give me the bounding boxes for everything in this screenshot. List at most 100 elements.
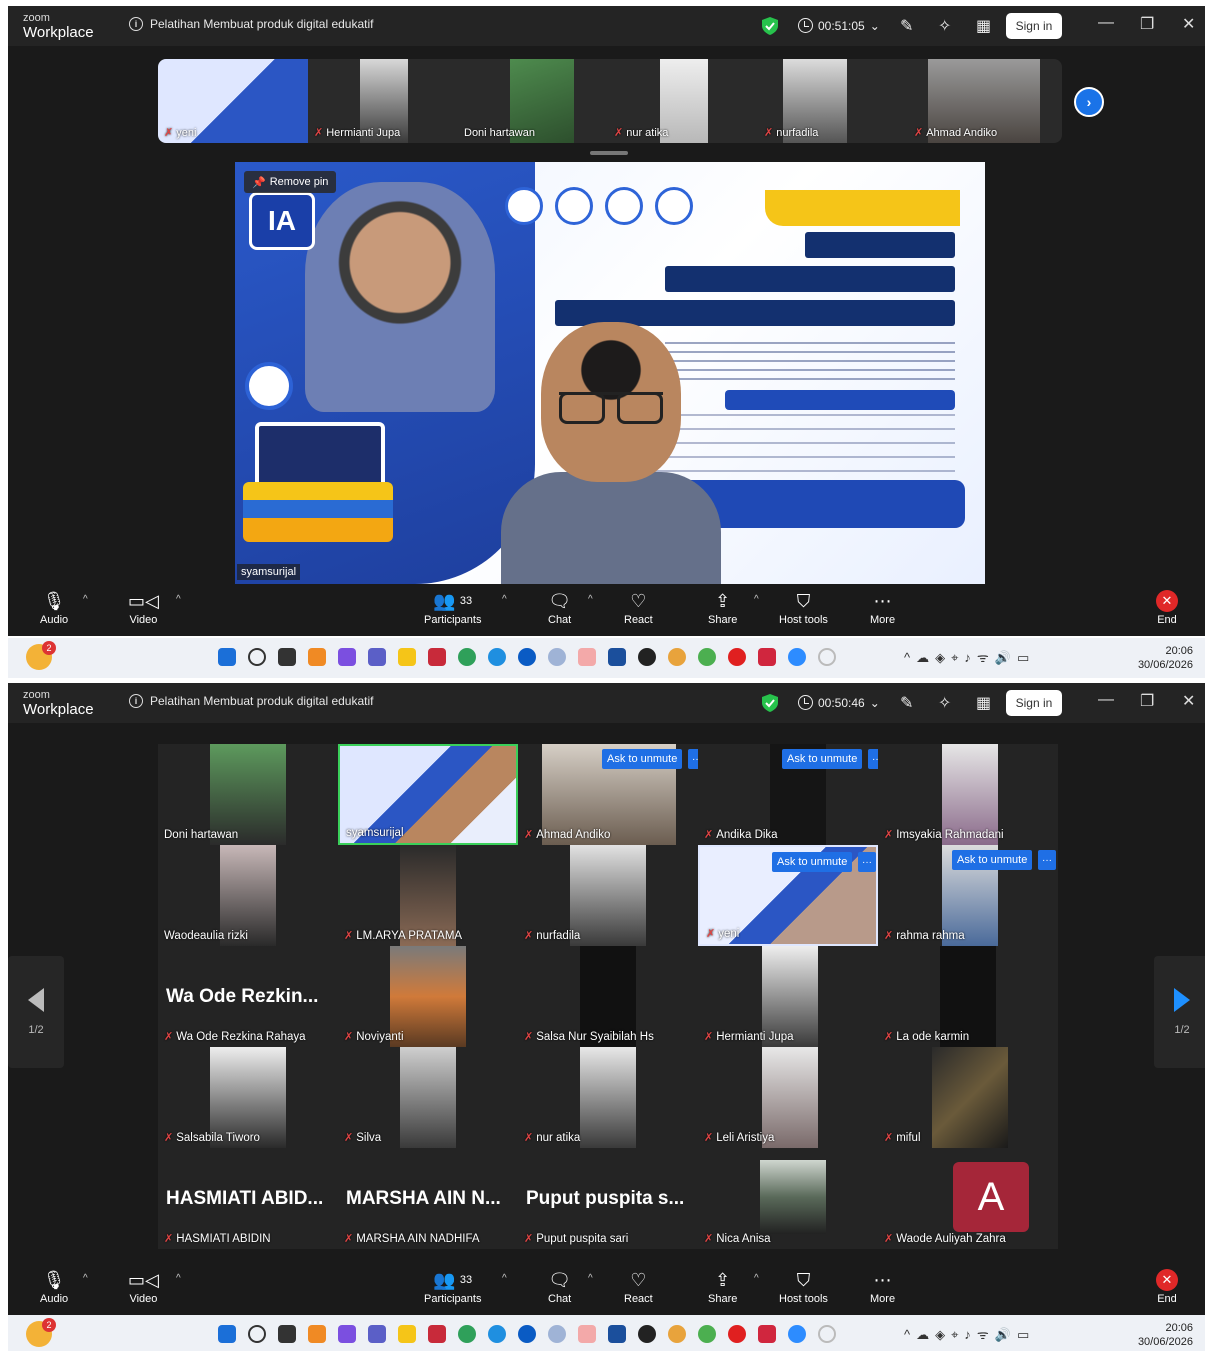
taskbar-clock[interactable]: 20:06 30/06/2026 <box>1138 1321 1193 1349</box>
tile-more-button[interactable]: ··· <box>1038 850 1056 870</box>
video-button[interactable]: ▭◁ Video <box>128 588 159 626</box>
record-icon[interactable] <box>638 1325 656 1343</box>
mcafee-icon[interactable] <box>428 648 446 666</box>
thumbnail-tile[interactable]: ✗ Hermianti Jupa <box>308 59 458 143</box>
host-tools-button[interactable]: ⛉ Host tools <box>779 588 828 626</box>
ask-to-unmute-button[interactable]: Ask to unmute <box>952 850 1033 870</box>
participant-tile[interactable]: ✗ nur atika <box>518 1047 698 1148</box>
audio-options-caret[interactable]: ^ <box>83 1273 88 1284</box>
chat-button[interactable]: 🗨 Chat <box>548 1267 571 1305</box>
app-icon[interactable] <box>458 1325 476 1343</box>
host-tools-button[interactable]: ⛉ Host tools <box>779 1267 828 1305</box>
hp-icon[interactable] <box>518 1325 536 1343</box>
share-button[interactable]: ⇪ Share <box>708 588 737 626</box>
system-tray-icons[interactable]: ^☁◈⌖♪ᯤ🔊▭ <box>904 648 1035 666</box>
participant-tile[interactable]: Ask to unmute ··· ✗Ahmad Andiko <box>518 744 698 845</box>
end-button[interactable]: ✕ End <box>1156 1267 1178 1305</box>
participant-tile[interactable]: HASMIATI ABID... ✗ HASMIATI ABIDIN <box>158 1148 338 1249</box>
resize-handle[interactable] <box>590 151 628 155</box>
video-button[interactable]: ▭◁ Video <box>128 1267 159 1305</box>
share-options-caret[interactable]: ^ <box>754 1273 759 1284</box>
react-button[interactable]: ♡ React <box>624 588 653 626</box>
next-page-button[interactable]: 1/2 <box>1154 956 1205 1068</box>
store-icon[interactable] <box>608 648 626 666</box>
participant-tile[interactable]: ✗ LM.ARYA PRATAMA <box>338 845 518 946</box>
thumbnail-tile[interactable]: ✗ Ahmad Andiko <box>908 59 1058 143</box>
help-icon[interactable] <box>488 1325 506 1343</box>
hp-icon[interactable] <box>518 648 536 666</box>
video-options-caret[interactable]: ^ <box>176 594 181 605</box>
vlc-icon[interactable] <box>308 1325 326 1343</box>
task-view-icon[interactable] <box>278 1325 296 1343</box>
info-icon[interactable]: i <box>129 17 143 31</box>
participant-tile[interactable]: ✗ Salsabila Tiworo <box>158 1047 338 1148</box>
share-options-caret[interactable]: ^ <box>754 594 759 605</box>
audio-button[interactable]: 🎙 Audio <box>40 1267 68 1305</box>
participant-tile[interactable]: A ✗ Waode Auliyah Zahra <box>878 1148 1058 1249</box>
more-button[interactable]: ⋯ More <box>870 1267 895 1305</box>
app-icon[interactable] <box>548 648 566 666</box>
participant-tile[interactable]: Wa Ode Rezkin... ✗ Wa Ode Rezkina Rahaya <box>158 946 338 1047</box>
participant-tile[interactable]: ✗ Silva <box>338 1047 518 1148</box>
participant-tile[interactable]: ✗ nurfadila <box>518 845 698 946</box>
react-button[interactable]: ♡ React <box>624 1267 653 1305</box>
sparkle-icon[interactable]: ✧ <box>938 693 951 713</box>
weather-widget[interactable]: 2 <box>26 1318 56 1347</box>
participant-tile[interactable]: Doni hartawan <box>158 744 338 845</box>
weather-widget[interactable]: 2 <box>26 641 56 670</box>
chat-button[interactable]: 🗨 Chat <box>548 588 571 626</box>
mcafee-icon[interactable] <box>428 1325 446 1343</box>
task-view-icon[interactable] <box>278 648 296 666</box>
chat-options-caret[interactable]: ^ <box>588 594 593 605</box>
participant-tile[interactable]: Waodeaulia rizki <box>158 845 338 946</box>
meeting-info[interactable]: i Pelatihan Membuat produk digital eduka… <box>129 17 373 31</box>
ask-to-unmute-button[interactable]: Ask to unmute <box>602 749 683 769</box>
system-tray-icons[interactable]: ^☁◈⌖♪ᯤ🔊▭ <box>904 1325 1035 1343</box>
apps-grid-icon[interactable]: ▦ <box>976 16 991 36</box>
end-button[interactable]: ✕ End <box>1156 588 1178 626</box>
ask-to-unmute-button[interactable]: Ask to unmute <box>782 749 863 769</box>
thumbnail-tile[interactable]: Doni hartawan <box>458 59 608 143</box>
participant-tile[interactable]: Ask to unmute ··· ✗ rahma rahma <box>878 845 1058 946</box>
wps-icon[interactable] <box>758 1325 776 1343</box>
previous-page-button[interactable]: 1/2 <box>8 956 64 1068</box>
remove-pin-button[interactable]: 📌 Remove pin <box>244 171 337 193</box>
next-thumbnails-button[interactable]: › <box>1074 87 1104 117</box>
start-icon[interactable] <box>218 1325 236 1343</box>
app-icon[interactable] <box>458 648 476 666</box>
wps-icon[interactable] <box>758 648 776 666</box>
participant-tile[interactable]: ✗ Salsa Nur Syaibilah Hs <box>518 946 698 1047</box>
participants-options-caret[interactable]: ^ <box>502 594 507 605</box>
apps-grid-icon[interactable]: ▦ <box>976 693 991 713</box>
participant-tile[interactable]: Puput puspita s... ✗ Puput puspita sari <box>518 1148 698 1249</box>
restore-icon[interactable]: ❐ <box>1140 14 1154 34</box>
restore-icon[interactable]: ❐ <box>1140 691 1154 711</box>
chrome-profile-icon[interactable] <box>578 1325 596 1343</box>
opera-icon[interactable] <box>728 1325 746 1343</box>
participant-tile[interactable]: Ask to unmute ··· ✗ yeni <box>698 845 878 946</box>
meeting-timer[interactable]: 00:50:46 ⌄ <box>798 695 880 710</box>
chrome-profile-icon[interactable] <box>578 648 596 666</box>
teams-icon[interactable] <box>368 1325 386 1343</box>
participant-tile[interactable]: ✗ miful <box>878 1047 1058 1148</box>
file-explorer-icon[interactable] <box>398 648 416 666</box>
participant-tile[interactable]: MARSHA AIN N... ✗ MARSHA AIN NADHIFA <box>338 1148 518 1249</box>
tile-more-button[interactable]: ··· <box>868 749 878 769</box>
encryption-shield-icon[interactable] <box>762 694 778 712</box>
participants-options-caret[interactable]: ^ <box>502 1273 507 1284</box>
more-button[interactable]: ⋯ More <box>870 588 895 626</box>
audio-options-caret[interactable]: ^ <box>83 594 88 605</box>
participant-tile-active-speaker[interactable]: syamsurijal <box>338 744 518 845</box>
opera-icon[interactable] <box>728 648 746 666</box>
zoom-icon[interactable] <box>788 1325 806 1343</box>
store-icon[interactable] <box>608 1325 626 1343</box>
close-icon[interactable]: ✕ <box>1182 14 1195 34</box>
ask-to-unmute-button[interactable]: Ask to unmute <box>772 852 853 872</box>
thumbnail-tile[interactable]: ✗ nur atika <box>608 59 758 143</box>
minimize-icon[interactable]: — <box>1098 14 1114 32</box>
copilot-icon[interactable] <box>338 1325 356 1343</box>
tile-more-button[interactable]: ··· <box>688 749 698 769</box>
copilot-icon[interactable] <box>338 648 356 666</box>
close-icon[interactable]: ✕ <box>1182 691 1195 711</box>
video-options-caret[interactable]: ^ <box>176 1273 181 1284</box>
